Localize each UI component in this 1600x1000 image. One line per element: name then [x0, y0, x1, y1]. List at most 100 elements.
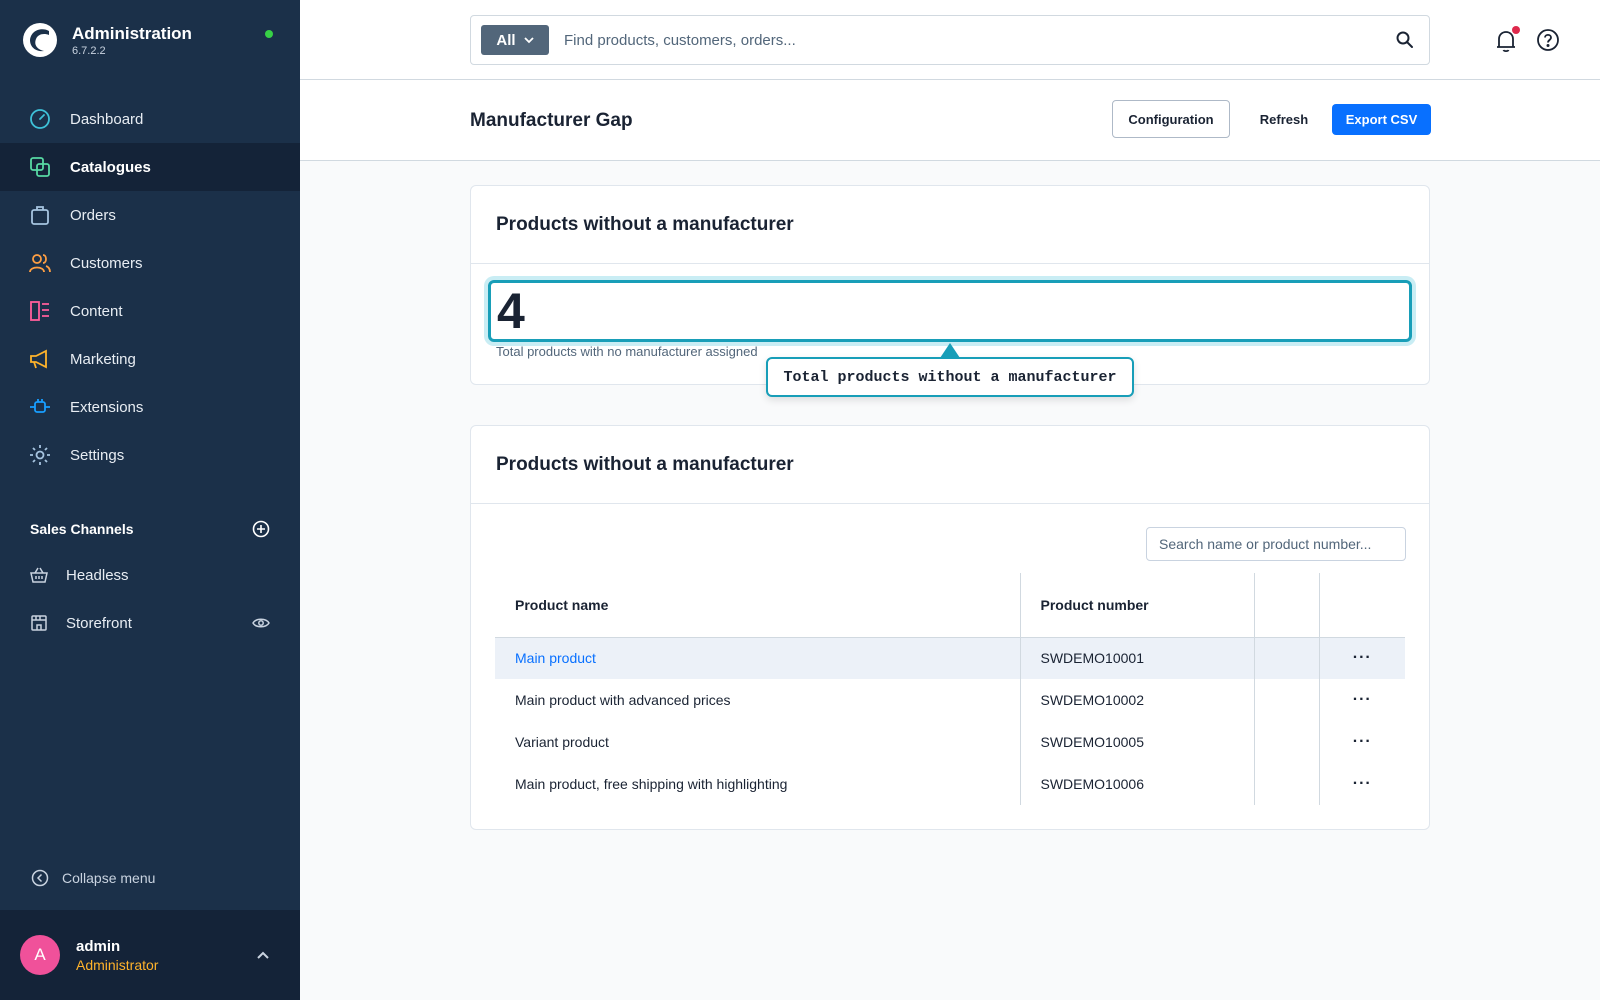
column-header-product-number[interactable]: Product number — [1020, 573, 1255, 638]
cell-product-name: Main product — [495, 637, 1021, 679]
basket-icon — [28, 563, 50, 587]
nav-item-dashboard[interactable]: Dashboard — [0, 95, 300, 143]
nav-item-settings[interactable]: Settings — [0, 431, 300, 479]
gear-icon — [28, 443, 52, 467]
row-actions-button[interactable]: ··· — [1353, 775, 1372, 792]
shopping-bag-icon — [28, 203, 52, 227]
nav-label: Catalogues — [70, 158, 151, 176]
user-name: admin — [76, 937, 121, 955]
row-actions-button[interactable]: ··· — [1353, 649, 1372, 666]
eye-icon[interactable] — [252, 616, 270, 630]
nav-label: Marketing — [70, 350, 136, 368]
sales-channel-headless[interactable]: Headless — [0, 551, 300, 599]
nav-label: Dashboard — [70, 110, 144, 128]
sales-channel-label: Storefront — [66, 614, 132, 632]
brand-title: Administration — [72, 23, 192, 43]
shopware-logo-icon — [23, 23, 57, 57]
megaphone-icon — [28, 347, 52, 371]
page-title: Manufacturer Gap — [470, 110, 633, 131]
nav-label: Customers — [70, 254, 143, 272]
search-type-label: All — [496, 31, 516, 49]
user-role: Administrator — [76, 956, 159, 973]
nav-item-marketing[interactable]: Marketing — [0, 335, 300, 383]
plug-icon — [28, 395, 52, 419]
sidebar: Administration 6.7.2.2 Dashboard Catalog… — [0, 0, 300, 1000]
top-bar: All — [300, 0, 1600, 80]
online-status-dot — [265, 30, 273, 38]
cell-actions: ··· — [1319, 637, 1405, 679]
sales-channel-list: Headless Storefront — [0, 551, 300, 647]
nav-label: Extensions — [70, 398, 144, 416]
table-row[interactable]: Variant product SWDEMO10005 ··· — [495, 721, 1405, 763]
user-menu[interactable]: A admin Administrator — [0, 910, 300, 1000]
table-row[interactable]: Main product, free shipping with highlig… — [495, 763, 1405, 805]
cell-product-name: Main product with advanced prices — [495, 679, 1021, 721]
collapse-menu-button[interactable]: Collapse menu — [30, 866, 155, 890]
kpi-card-title: Products without a manufacturer — [471, 186, 1429, 264]
cell-product-name: Variant product — [495, 721, 1021, 763]
cell-product-number: SWDEMO10002 — [1020, 679, 1255, 721]
nav-item-orders[interactable]: Orders — [0, 191, 300, 239]
nav-label: Settings — [70, 446, 125, 464]
cell-empty — [1254, 721, 1320, 763]
brand[interactable]: Administration 6.7.2.2 — [22, 22, 192, 58]
table-row[interactable]: Main product with advanced prices SWDEMO… — [495, 679, 1405, 721]
table-card-title: Products without a manufacturer — [471, 426, 1429, 504]
cell-actions: ··· — [1319, 679, 1405, 721]
cell-empty — [1254, 763, 1320, 805]
search-icon[interactable] — [1395, 30, 1415, 50]
cell-product-name: Main product, free shipping with highlig… — [495, 763, 1021, 805]
export-csv-button[interactable]: Export CSV — [1332, 104, 1431, 135]
cell-empty — [1254, 637, 1320, 679]
row-actions-button[interactable]: ··· — [1353, 691, 1372, 708]
catalogues-icon — [28, 155, 52, 179]
products-table-card: Products without a manufacturer Product … — [470, 425, 1430, 830]
add-sales-channel-icon[interactable] — [252, 520, 270, 538]
kpi-value: 4 — [497, 283, 525, 339]
products-grid: Product name Product number Main product… — [495, 573, 1405, 805]
kpi-caption: Total products with no manufacturer assi… — [496, 344, 758, 359]
table-header-row: Product name Product number — [495, 573, 1405, 638]
help-icon[interactable] — [1536, 28, 1560, 52]
notification-badge — [1512, 26, 1520, 34]
table-row[interactable]: Main product SWDEMO10001 ··· — [495, 637, 1405, 679]
dashboard-gauge-icon — [28, 107, 52, 131]
avatar: A — [20, 935, 60, 975]
cell-actions: ··· — [1319, 721, 1405, 763]
row-actions-button[interactable]: ··· — [1353, 733, 1372, 750]
content-layout-icon — [28, 299, 52, 323]
customers-icon — [28, 251, 52, 275]
configuration-button[interactable]: Configuration — [1112, 100, 1230, 138]
nav-item-extensions[interactable]: Extensions — [0, 383, 300, 431]
column-header-product-name[interactable]: Product name — [495, 573, 1021, 638]
kpi-tooltip: Total products without a manufacturer — [766, 357, 1134, 397]
chevron-down-icon — [523, 36, 534, 43]
search-input[interactable] — [564, 31, 1395, 49]
chevron-left-circle-icon — [30, 866, 50, 890]
nav-label: Content — [70, 302, 123, 320]
column-header-actions — [1319, 573, 1405, 638]
main-nav: Dashboard Catalogues Orders Customers Co… — [0, 95, 300, 479]
nav-item-customers[interactable]: Customers — [0, 239, 300, 287]
sales-channel-label: Headless — [66, 566, 129, 584]
sales-channel-storefront[interactable]: Storefront — [0, 599, 300, 647]
search-type-select[interactable]: All — [481, 25, 549, 55]
cell-product-number: SWDEMO10005 — [1020, 721, 1255, 763]
sales-channels-title: Sales Channels — [30, 521, 134, 537]
nav-item-content[interactable]: Content — [0, 287, 300, 335]
nav-label: Orders — [70, 206, 116, 224]
nav-item-catalogues[interactable]: Catalogues — [0, 143, 300, 191]
product-search-input[interactable] — [1146, 527, 1406, 561]
brand-version: 6.7.2.2 — [72, 44, 106, 57]
kpi-highlight-box: 4 — [488, 280, 1412, 342]
sales-channels-header: Sales Channels — [30, 520, 270, 538]
refresh-button[interactable]: Refresh — [1248, 104, 1320, 134]
column-header-empty — [1254, 573, 1320, 638]
global-search: All — [470, 15, 1430, 65]
smart-bar: Manufacturer Gap Configuration Refresh E… — [300, 80, 1600, 161]
product-link[interactable]: Main product — [515, 650, 596, 666]
tooltip-arrow — [940, 343, 960, 358]
cell-actions: ··· — [1319, 763, 1405, 805]
cell-product-number: SWDEMO10006 — [1020, 763, 1255, 805]
chevron-up-icon[interactable] — [256, 950, 270, 960]
